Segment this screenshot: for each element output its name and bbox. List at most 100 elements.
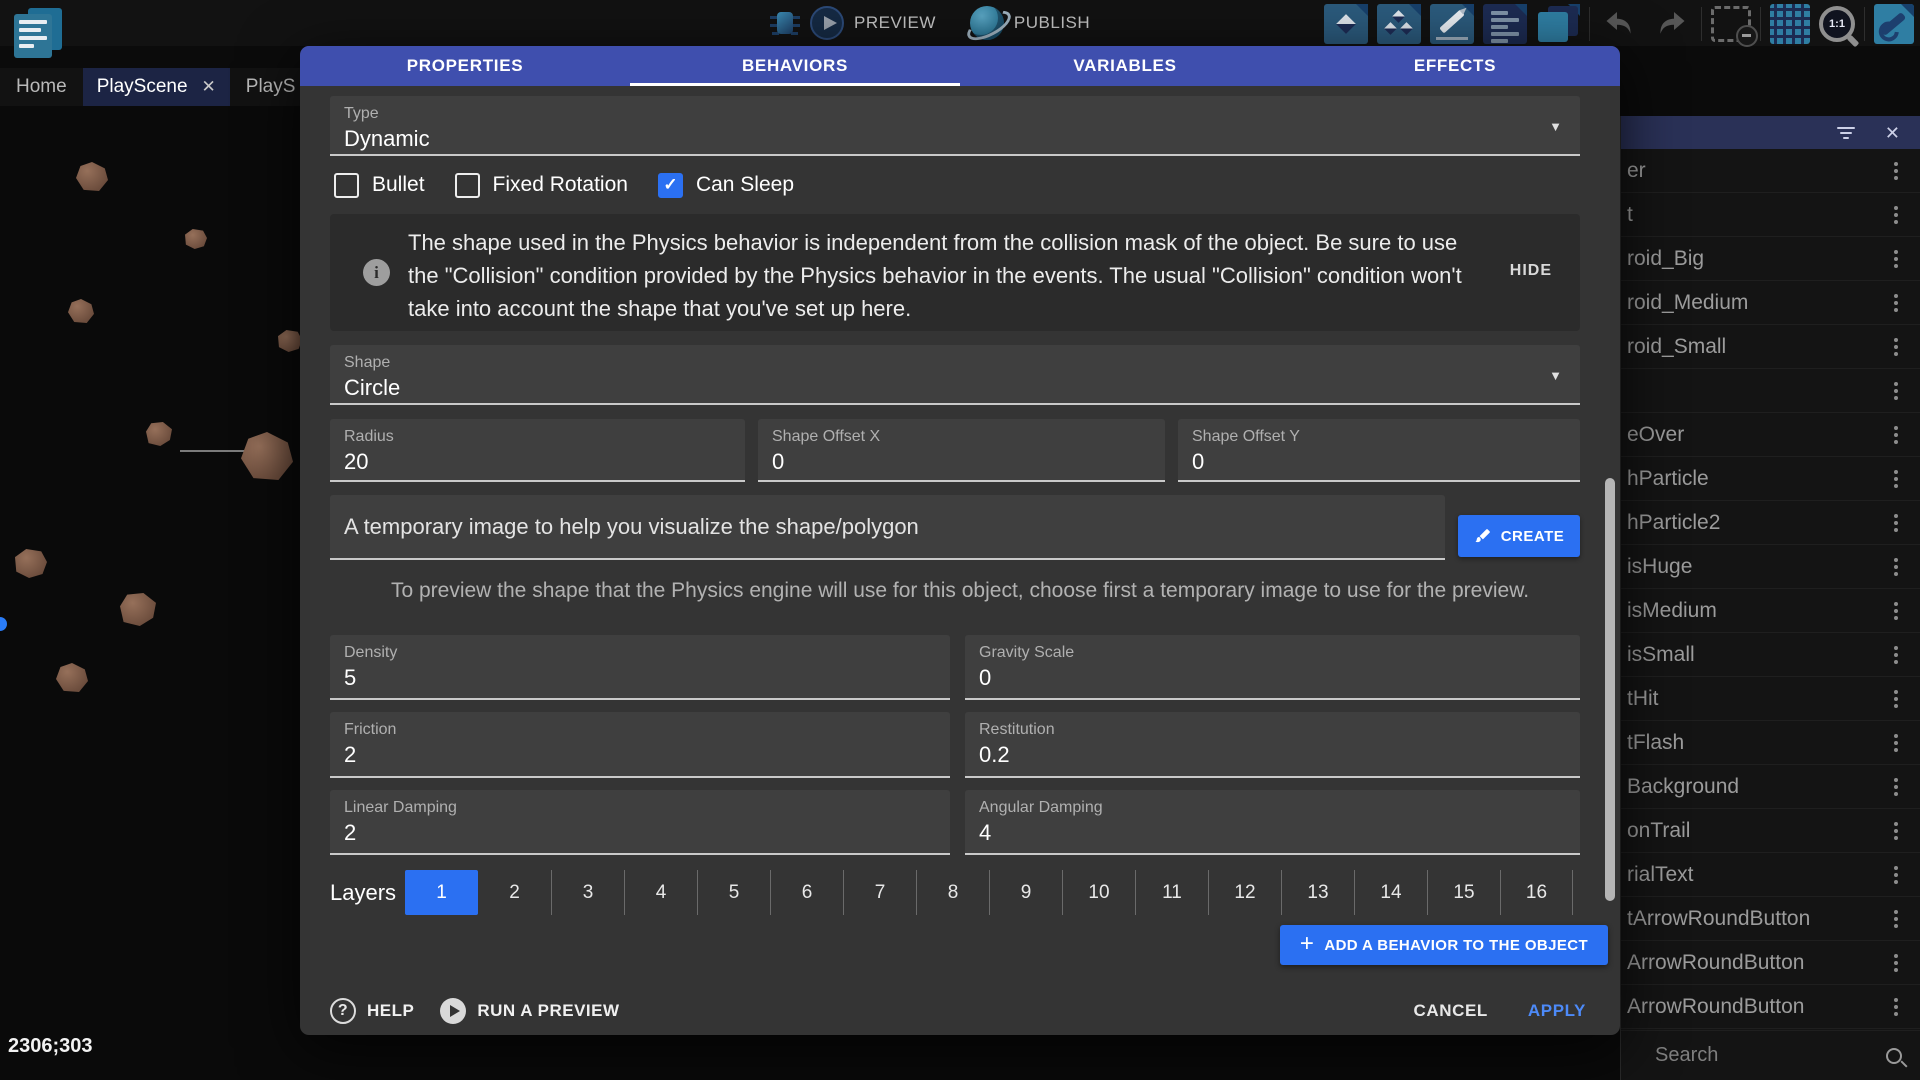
asteroid-sprite[interactable] <box>146 422 172 446</box>
object-list-item[interactable]: roid_Small <box>1621 325 1920 369</box>
layer-button-8[interactable]: 8 <box>916 870 989 915</box>
radius-field[interactable]: Radius 20 <box>330 419 745 482</box>
layer-button-5[interactable]: 5 <box>697 870 770 915</box>
layer-button-14[interactable]: 14 <box>1354 870 1427 915</box>
chevron-down-icon[interactable]: ▼ <box>1549 368 1562 383</box>
tab-behaviors[interactable]: BEHAVIORS <box>630 46 960 86</box>
close-icon[interactable]: ✕ <box>1885 124 1900 142</box>
create-button[interactable]: CREATE <box>1458 515 1580 557</box>
object-list-item[interactable]: er <box>1621 149 1920 193</box>
object-list-item[interactable]: roid_Big <box>1621 237 1920 281</box>
filter-icon[interactable] <box>1837 127 1855 139</box>
cancel-button[interactable]: CANCEL <box>1413 1001 1487 1021</box>
instances-editor-icon[interactable] <box>1377 4 1421 44</box>
friction-field[interactable]: Friction 2 <box>330 712 950 778</box>
object-list-item[interactable]: eOver <box>1621 413 1920 457</box>
shape-offset-y-field[interactable]: Shape Offset Y 0 <box>1178 419 1580 482</box>
asteroid-sprite[interactable] <box>68 299 94 323</box>
tab-properties[interactable]: PROPERTIES <box>300 46 630 86</box>
asteroid-sprite[interactable] <box>241 432 293 480</box>
object-list-item[interactable]: onTrail <box>1621 809 1920 853</box>
close-icon[interactable]: ✕ <box>202 77 216 97</box>
item-menu-icon[interactable] <box>1894 204 1898 225</box>
layer-button-6[interactable]: 6 <box>770 870 843 915</box>
type-select[interactable]: Type Dynamic ▼ <box>330 96 1580 156</box>
object-list-item[interactable]: hParticle <box>1621 457 1920 501</box>
redo-icon[interactable] <box>1650 6 1692 42</box>
bullet-checkbox[interactable]: ✓ Bullet <box>334 173 425 198</box>
object-list-item[interactable]: isSmall <box>1621 633 1920 677</box>
events-sheet-icon[interactable] <box>1483 4 1527 44</box>
project-manager-icon[interactable] <box>12 6 64 58</box>
item-menu-icon[interactable] <box>1894 644 1898 665</box>
layer-button-12[interactable]: 12 <box>1208 870 1281 915</box>
publish-button[interactable]: PUBLISH <box>1014 13 1090 33</box>
item-menu-icon[interactable] <box>1894 512 1898 533</box>
preview-button[interactable]: PREVIEW <box>854 13 936 33</box>
layer-button-4[interactable]: 4 <box>624 870 697 915</box>
object-list-item[interactable]: isHuge <box>1621 545 1920 589</box>
layers-panel-icon[interactable] <box>1536 4 1580 44</box>
shape-select[interactable]: Shape Circle ▼ <box>330 345 1580 405</box>
item-menu-icon[interactable] <box>1894 248 1898 269</box>
object-list-item[interactable]: ArrowRoundButton <box>1621 941 1920 985</box>
clear-selection-icon[interactable] <box>1711 6 1751 42</box>
tab-playscene[interactable]: PlayScene ✕ <box>83 68 230 106</box>
search-icon[interactable] <box>1886 1048 1902 1064</box>
layer-button-3[interactable]: 3 <box>551 870 624 915</box>
apply-button[interactable]: APPLY <box>1528 1001 1586 1021</box>
item-menu-icon[interactable] <box>1894 468 1898 489</box>
dialog-scrollbar[interactable] <box>1605 478 1615 901</box>
object-list-item[interactable] <box>1621 369 1920 413</box>
shape-offset-x-field[interactable]: Shape Offset X 0 <box>758 419 1165 482</box>
layer-button-11[interactable]: 11 <box>1135 870 1208 915</box>
item-menu-icon[interactable] <box>1894 952 1898 973</box>
object-list-item[interactable]: rialText <box>1621 853 1920 897</box>
layer-button-13[interactable]: 13 <box>1281 870 1354 915</box>
run-preview-button[interactable]: RUN A PREVIEW <box>440 998 619 1024</box>
can-sleep-checkbox[interactable]: ✓ Can Sleep <box>658 173 794 198</box>
checkbox-icon[interactable]: ✓ <box>334 173 359 198</box>
object-list-item[interactable]: isMedium <box>1621 589 1920 633</box>
scene-properties-icon[interactable] <box>1874 4 1914 44</box>
item-menu-icon[interactable] <box>1894 688 1898 709</box>
help-button[interactable]: ? HELP <box>330 998 414 1024</box>
object-list-item[interactable]: t <box>1621 193 1920 237</box>
object-list-item[interactable]: ArrowRoundButton <box>1621 985 1920 1029</box>
layer-button-2[interactable]: 2 <box>478 870 551 915</box>
layer-button-16[interactable]: 16 <box>1500 870 1573 915</box>
undo-icon[interactable] <box>1599 6 1641 42</box>
asteroid-sprite[interactable] <box>56 663 88 692</box>
temp-image-field[interactable]: A temporary image to help you visualize … <box>330 495 1445 560</box>
restitution-field[interactable]: Restitution 0.2 <box>965 712 1580 778</box>
layer-button-7[interactable]: 7 <box>843 870 916 915</box>
zoom-original-icon[interactable]: 1:1 <box>1819 6 1855 42</box>
object-list-item[interactable]: tHit <box>1621 677 1920 721</box>
item-menu-icon[interactable] <box>1894 292 1898 313</box>
layer-button-15[interactable]: 15 <box>1427 870 1500 915</box>
grid-icon[interactable] <box>1770 4 1810 44</box>
checkbox-icon[interactable]: ✓ <box>455 173 480 198</box>
chevron-down-icon[interactable]: ▼ <box>1549 119 1562 134</box>
asteroid-sprite[interactable] <box>185 229 207 249</box>
object-list-item[interactable]: tArrowRoundButton <box>1621 897 1920 941</box>
item-menu-icon[interactable] <box>1894 600 1898 621</box>
item-menu-icon[interactable] <box>1894 908 1898 929</box>
debugger-icon[interactable] <box>770 6 800 40</box>
object-list-item[interactable]: Background <box>1621 765 1920 809</box>
add-behavior-button[interactable]: + ADD A BEHAVIOR TO THE OBJECT <box>1280 925 1608 965</box>
hide-button[interactable]: HIDE <box>1510 262 1552 280</box>
object-list-item[interactable]: hParticle2 <box>1621 501 1920 545</box>
gravity-scale-field[interactable]: Gravity Scale 0 <box>965 635 1580 700</box>
asteroid-sprite[interactable] <box>15 549 47 578</box>
asteroid-sprite[interactable] <box>76 162 108 191</box>
publish-globe-icon[interactable] <box>970 6 1004 40</box>
object-list-item[interactable]: roid_Medium <box>1621 281 1920 325</box>
edit-scene-icon[interactable] <box>1430 4 1474 44</box>
checkbox-icon[interactable]: ✓ <box>658 173 683 198</box>
asteroid-sprite[interactable] <box>278 330 302 352</box>
item-menu-icon[interactable] <box>1894 820 1898 841</box>
preview-play-icon[interactable] <box>810 6 844 40</box>
layer-button-10[interactable]: 10 <box>1062 870 1135 915</box>
item-menu-icon[interactable] <box>1894 996 1898 1017</box>
